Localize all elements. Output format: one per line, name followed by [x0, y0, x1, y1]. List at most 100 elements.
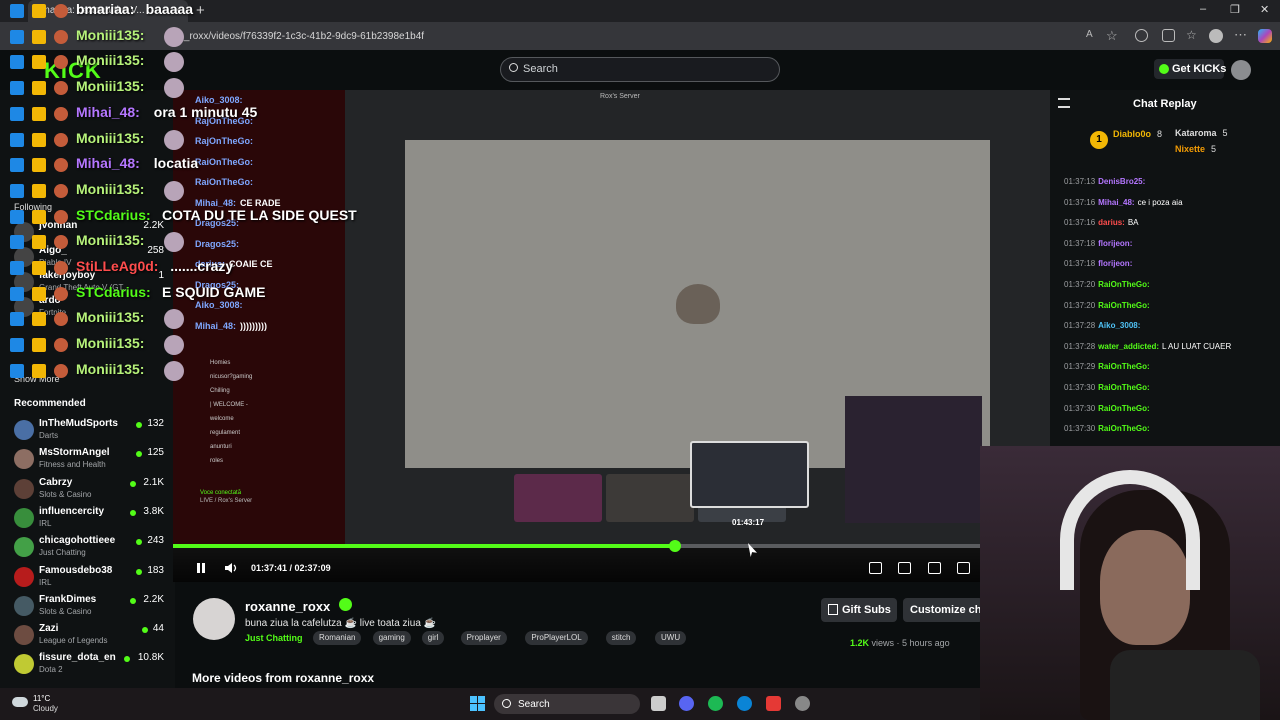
sidebar-recommended-item[interactable]: fissure_dota_en Dota 2 10.8K [14, 652, 164, 680]
url-field[interactable]: ...e_roxx/videos/f76339f2-1c3c-41b2-9dc9… [170, 31, 424, 42]
chat-username[interactable]: water_addicted: [1098, 342, 1159, 351]
copilot-icon[interactable] [1258, 29, 1272, 43]
maximize-icon[interactable]: ❐ [1230, 3, 1240, 16]
discord-channel-list: Homies nicusor?gaming Chilling | WELCOME - w… [180, 360, 330, 520]
user-avatar[interactable] [1231, 60, 1251, 80]
sidebar-recommended-item[interactable]: Zazi League of Legends 44 [14, 623, 164, 651]
webcam-overlay [845, 396, 982, 523]
chat-username[interactable]: Aiko_3008: [1098, 321, 1140, 330]
collapse-chat-icon[interactable] [1058, 98, 1070, 108]
chat-username[interactable]: RaiOnTheGo: [1098, 362, 1150, 371]
sidebar-item-name: influencercity [39, 505, 105, 517]
extensions-icon[interactable] [1135, 29, 1148, 42]
discord-message: RajOnTheGo: [195, 136, 257, 146]
chat-timestamp: 01:37:18 [1064, 238, 1096, 248]
favorites-icon[interactable]: ☆ [1186, 28, 1197, 42]
avatar [14, 507, 34, 528]
channel-name[interactable]: roxanne_roxx [245, 599, 330, 614]
fullscreen-icon[interactable] [957, 562, 970, 574]
read-aloud-icon[interactable]: A [1086, 29, 1099, 42]
sub-badge-icon [10, 209, 24, 224]
progress-handle[interactable] [668, 540, 681, 552]
chat-timestamp: 01:37:28 [1064, 321, 1096, 331]
sidebar-recommended-item[interactable]: FrankDimes Slots & Casino 2.2K [14, 594, 164, 622]
taskbar-search[interactable] [494, 694, 640, 714]
steam-icon[interactable] [795, 696, 810, 711]
chat-replay-title: Chat Replay [1133, 98, 1197, 110]
start-menu-icon[interactable] [470, 696, 485, 711]
chat-message: 01:37:13 DenisBro25: [1064, 177, 1148, 186]
emote-badge-icon [54, 132, 68, 147]
chat-username[interactable]: florijeon: [1098, 239, 1132, 248]
sub-badge-icon [10, 4, 24, 18]
chat-username[interactable]: RaiOnTheGo: [1098, 383, 1150, 392]
more-menu-icon[interactable]: ⋯ [1234, 27, 1247, 43]
sidebar-item-category: Dota 2 [39, 665, 63, 675]
minimize-icon[interactable]: – [1200, 3, 1206, 15]
category-link[interactable]: Just Chatting [245, 633, 303, 643]
close-window-icon[interactable]: ✕ [1260, 3, 1269, 16]
chat-username[interactable]: florijeon: [1098, 259, 1132, 268]
split-screen-icon[interactable] [1162, 29, 1175, 42]
tag-chip[interactable]: Proplayer [460, 631, 507, 645]
chat-message: 01:37:18 florijeon: [1064, 239, 1135, 248]
pause-icon[interactable] [195, 562, 207, 574]
tag-chip[interactable]: Romanian [313, 631, 362, 645]
chat-text: BA [1127, 218, 1139, 228]
leader-count: 5 [1222, 128, 1228, 138]
viewer-count: 132 [147, 418, 164, 429]
chat-username[interactable]: darius: [1098, 218, 1125, 227]
chat-username[interactable]: Mihai_48: [1098, 198, 1134, 207]
chat-username[interactable]: RaiOnTheGo: [1098, 301, 1150, 310]
windows-taskbar [0, 688, 980, 720]
chat-username[interactable]: DenisBro25: [1098, 177, 1145, 186]
sidebar-recommended-item[interactable]: Famousdebo38 IRL 183 [14, 565, 164, 593]
customize-label: Customize ch [910, 604, 982, 616]
discord-user: RajOnTheGo: [195, 136, 253, 146]
seek-preview-time: 01:43:17 [732, 518, 765, 527]
theater-mode-icon[interactable] [928, 562, 941, 574]
tag-chip[interactable]: gaming [372, 631, 411, 645]
chat-username[interactable]: RaiOnTheGo: [1098, 280, 1150, 289]
crown-badge-icon [32, 4, 46, 18]
spotify-icon[interactable] [708, 696, 723, 711]
avatar [14, 420, 34, 440]
tag-chip[interactable]: stitch [605, 631, 637, 645]
favorite-star-icon[interactable]: ☆ [1106, 28, 1118, 44]
new-tab-icon[interactable]: + [196, 2, 205, 19]
emote-badge-icon [54, 29, 68, 44]
profile-icon[interactable] [1209, 29, 1223, 43]
leader-name: Nixette [1175, 144, 1206, 154]
discord-message: Dragos25: [195, 239, 243, 249]
tag-chip[interactable]: girl [421, 631, 445, 645]
sidebar-recommended-item[interactable]: influencercity IRL 3.8K [14, 506, 164, 534]
tag-chip[interactable]: UWU [655, 631, 687, 645]
chat-username[interactable]: RaiOnTheGo: [1098, 424, 1150, 433]
crown-badge-icon [32, 363, 46, 378]
emote-badge-icon [54, 261, 68, 275]
overlay-username: StiLLeAg0d: [76, 258, 159, 274]
channel-avatar[interactable] [193, 598, 235, 640]
chat-username[interactable]: RaiOnTheGo: [1098, 404, 1150, 413]
chat-text: ce i poza aia [1137, 197, 1183, 207]
edge-icon[interactable] [737, 696, 752, 711]
leader-count: 5 [1211, 144, 1217, 154]
sidebar-item-category: IRL [39, 577, 52, 587]
settings-icon[interactable] [898, 562, 911, 574]
overlay-message: locatia [153, 155, 199, 172]
file-explorer-icon[interactable] [651, 696, 666, 711]
tag-chip[interactable]: ProPlayerLOL [525, 631, 588, 645]
sidebar-recommended-item[interactable]: chicagohottieee Just Chatting 243 [14, 535, 164, 563]
sidebar-recommended-item[interactable]: MsStormAngel Fitness and Health 125 [14, 447, 164, 475]
app-icon[interactable] [766, 696, 781, 711]
sidebar-recommended-item[interactable]: InTheMudSports Darts 132 [14, 418, 164, 446]
sidebar-recommended-item[interactable]: Cabrzy Slots & Casino 2.1K [14, 477, 164, 505]
avatar [14, 537, 34, 558]
live-dot-icon [136, 451, 142, 458]
discord-message: RaiOnTheGo: [195, 157, 257, 167]
discord-icon[interactable] [679, 696, 694, 711]
overlay-username: STCdarius: [76, 206, 151, 223]
search-placeholder: Search [523, 63, 558, 75]
volume-icon[interactable] [224, 562, 238, 574]
clip-icon[interactable] [869, 562, 882, 574]
